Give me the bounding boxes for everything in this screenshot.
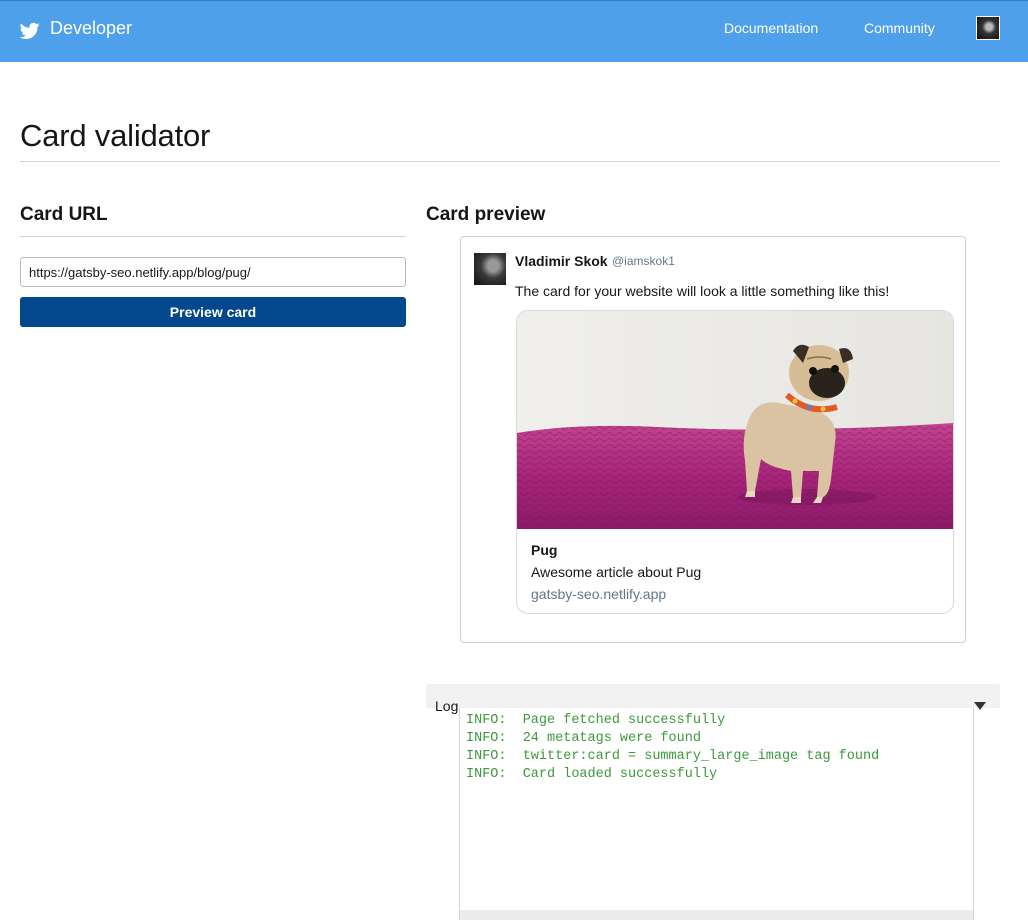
author-avatar: [474, 253, 506, 285]
log-line: INFO: twitter:card = summary_large_image…: [466, 749, 880, 764]
title-divider: [20, 161, 1000, 162]
card-domain: gatsby-seo.netlify.app: [531, 586, 667, 602]
brand-label: Developer: [50, 18, 133, 38]
page-title: Card validator: [20, 118, 211, 153]
card-meta: Pug Awesome article about Pug gatsby-seo…: [531, 542, 701, 602]
log-line: INFO: Page fetched successfully: [466, 713, 726, 728]
tweet-text: The card for your website will look a li…: [515, 283, 890, 299]
card-image: [517, 311, 953, 529]
card-url-heading: Card URL: [20, 204, 108, 225]
log-horizontal-scrollbar[interactable]: [460, 910, 973, 920]
card-url-input[interactable]: [20, 257, 406, 287]
log-line: INFO: 24 metatags were found: [466, 731, 701, 746]
developer-home-link[interactable]: Developer: [20, 17, 132, 40]
tweet-preview: Vladimir Skok @iamskok1 The card for you…: [460, 236, 966, 643]
author-handle: @iamskok1: [612, 254, 675, 268]
link-card[interactable]: Pug Awesome article about Pug gatsby-seo…: [516, 310, 954, 614]
card-url-divider: [20, 236, 406, 237]
nav-community[interactable]: Community: [864, 20, 935, 36]
card-title: Pug: [531, 542, 558, 558]
pug-photo: [517, 311, 953, 529]
top-nav-bar: Developer Documentation Community: [0, 0, 1028, 62]
author-name: Vladimir Skok: [515, 253, 608, 269]
preview-card-button[interactable]: Preview card: [20, 297, 406, 327]
card-preview-heading: Card preview: [426, 204, 546, 225]
log-label: Log: [435, 698, 459, 714]
user-avatar-icon[interactable]: [976, 16, 1000, 40]
log-header[interactable]: Log: [426, 684, 1000, 714]
twitter-bird-icon: [20, 22, 40, 39]
nav-documentation[interactable]: Documentation: [724, 20, 818, 36]
log-line: INFO: Card loaded successfully: [466, 767, 718, 782]
log-output: INFO: Page fetched successfully INFO: 24…: [459, 708, 974, 920]
card-description: Awesome article about Pug: [531, 564, 702, 580]
collapse-triangle-icon[interactable]: [974, 702, 986, 710]
